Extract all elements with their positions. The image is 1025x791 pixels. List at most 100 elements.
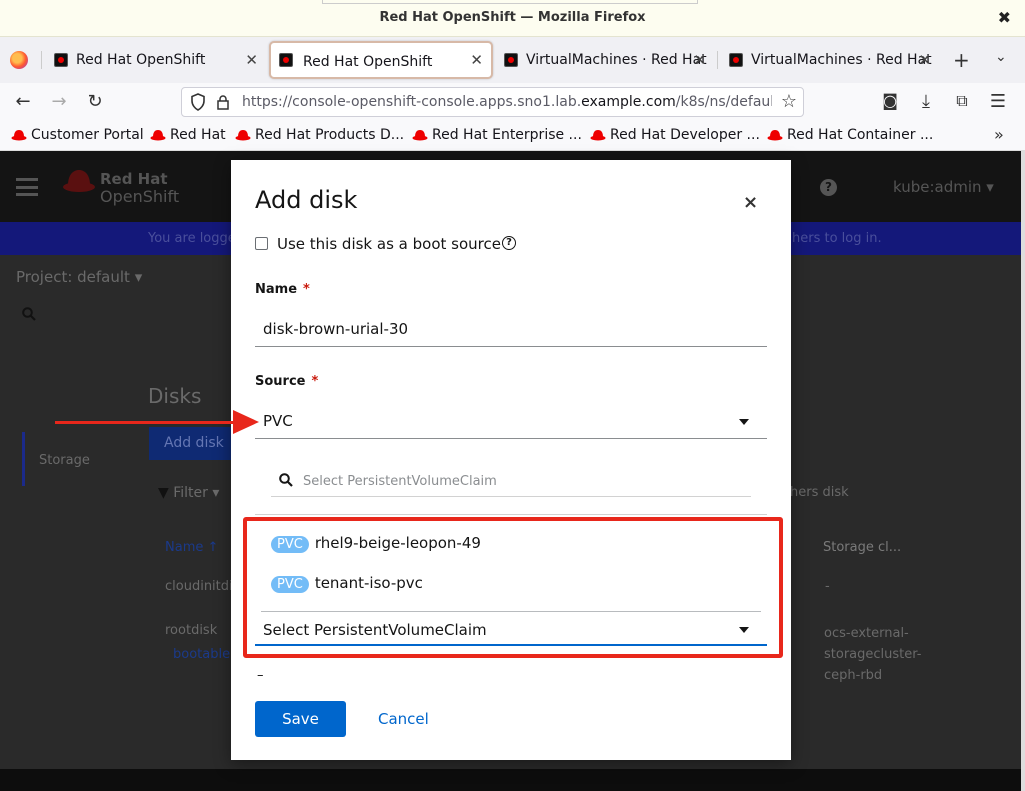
- boot-source-checkbox[interactable]: [255, 237, 268, 250]
- bookmark-star-icon[interactable]: ☆: [781, 91, 797, 112]
- search-icon[interactable]: [22, 307, 36, 325]
- openshift-favicon-icon: [504, 53, 518, 67]
- tab-label: VirtualMachines · Red Hat: [751, 52, 932, 68]
- tab-virtualmachines-2[interactable]: VirtualMachines · Red Hat ✕: [719, 41, 939, 79]
- bookmark-label: Red Hat Enterprise ...: [432, 127, 582, 143]
- boot-source-label[interactable]: Use this disk as a boot source: [277, 235, 501, 253]
- pvc-search-placeholder: Select PersistentVolumeClaim: [303, 474, 497, 489]
- bookmark-red-hat-enterprise[interactable]: Red Hat Enterprise ...: [412, 127, 582, 143]
- annotation-arrow-head: [233, 410, 259, 434]
- red-hat-icon: [590, 130, 606, 141]
- tab-label: Red Hat OpenShift: [76, 52, 206, 68]
- bookmark-label: Red Hat Developer ...: [610, 127, 760, 143]
- logo-line-1: Red Hat: [100, 170, 168, 188]
- pvc-search-input[interactable]: Select PersistentVolumeClaim: [271, 467, 751, 497]
- bookmark-red-hat-products[interactable]: Red Hat Products D...: [235, 127, 404, 143]
- required-asterisk: *: [303, 282, 310, 297]
- project-selector[interactable]: Project: default ▾: [16, 268, 142, 286]
- storage-nav-indicator: [22, 432, 25, 486]
- reload-button[interactable]: ↻: [84, 91, 106, 112]
- bookmarks-overflow-button[interactable]: »: [994, 125, 1004, 144]
- add-disk-button[interactable]: Add disk: [149, 427, 231, 460]
- bookmark-label: Red Hat Container ...: [787, 127, 934, 143]
- tab-red-hat-openshift-2[interactable]: Red Hat OpenShift ✕: [269, 41, 493, 79]
- red-hat-icon: [412, 130, 428, 141]
- new-tab-button[interactable]: +: [953, 48, 970, 72]
- red-hat-icon: [150, 130, 166, 141]
- firefox-view-icon[interactable]: [10, 51, 28, 69]
- navigation-toolbar: ← → ↻ https://console-openshift-console.…: [0, 83, 1025, 121]
- bottom-strip: [0, 769, 1025, 791]
- extensions-icon[interactable]: ⧉: [951, 91, 973, 111]
- tab-close-icon[interactable]: ✕: [245, 41, 258, 79]
- nav-storage[interactable]: Storage: [39, 453, 90, 468]
- required-asterisk: *: [311, 374, 319, 389]
- window-titlebar: Red Hat OpenShift — Mozilla Firefox ✖: [0, 0, 1025, 37]
- openshift-logo: Red Hat OpenShift: [62, 168, 179, 206]
- filter-icon: ▼: [158, 485, 169, 501]
- user-menu[interactable]: kube:admin ▾: [893, 178, 994, 196]
- chevron-down-icon: [739, 419, 749, 425]
- tab-red-hat-openshift-1[interactable]: Red Hat OpenShift ✕: [44, 41, 266, 79]
- downloads-icon[interactable]: ⤓: [915, 91, 937, 112]
- close-icon[interactable]: ×: [743, 192, 758, 213]
- list-all-tabs-button[interactable]: ⌄: [995, 49, 1007, 65]
- red-hat-icon: [767, 130, 783, 141]
- search-icon: [279, 473, 293, 487]
- tab-virtualmachines-1[interactable]: VirtualMachines · Red Hat ✕: [494, 41, 714, 79]
- table-row-storage-class: -: [825, 579, 830, 594]
- window-close-button[interactable]: ✖: [998, 8, 1011, 27]
- url-prefix: https://console-openshift-console.apps.s…: [242, 94, 582, 110]
- bookmark-label: Red Hat Products D...: [255, 127, 405, 143]
- forward-button[interactable]: →: [48, 91, 70, 112]
- tab-strip: Red Hat OpenShift ✕ Red Hat OpenShift ✕ …: [0, 37, 1025, 83]
- pocket-icon[interactable]: ◙: [879, 91, 901, 110]
- column-header-name[interactable]: Name ↑: [165, 540, 218, 555]
- name-label: Name *: [255, 282, 310, 297]
- bookmark-customer-portal[interactable]: Customer Portal: [11, 127, 144, 143]
- url-bar[interactable]: https://console-openshift-console.apps.s…: [181, 87, 804, 117]
- filter-dropdown[interactable]: ▼ Filter ▾: [158, 485, 219, 501]
- source-select[interactable]: PVC: [255, 403, 767, 439]
- bookmarks-toolbar: Customer Portal Red Hat Red Hat Products…: [0, 121, 1025, 151]
- page-heading: Disks: [148, 384, 202, 408]
- name-input[interactable]: disk-brown-urial-30: [255, 311, 767, 347]
- name-label-text: Name: [255, 282, 298, 297]
- table-row-storage-class: ocs-external-storagecluster-ceph-rbd: [824, 626, 922, 683]
- tab-close-icon[interactable]: ✕: [470, 43, 483, 77]
- tab-separator: [717, 51, 718, 69]
- pvc-size-placeholder: –: [257, 668, 264, 683]
- app-menu-icon[interactable]: ☰: [987, 91, 1009, 112]
- bookmark-red-hat[interactable]: Red Hat: [150, 127, 226, 143]
- url-suffix: /k8s/ns/default: [675, 94, 772, 110]
- add-disk-modal: Add disk × Use this disk as a boot sourc…: [231, 160, 791, 760]
- bookmark-label: Customer Portal: [31, 127, 144, 143]
- logo-line-2: OpenShift: [100, 187, 180, 206]
- others-disk-text: hers disk: [790, 485, 849, 500]
- back-button[interactable]: ←: [12, 91, 34, 112]
- help-icon[interactable]: ?: [502, 236, 516, 250]
- source-label: Source *: [255, 374, 318, 389]
- tab-label: Red Hat OpenShift: [303, 54, 433, 70]
- help-icon[interactable]: ?: [820, 179, 837, 196]
- source-label-text: Source: [255, 374, 306, 389]
- tab-close-icon[interactable]: ✕: [693, 41, 706, 79]
- openshift-favicon-icon: [54, 53, 68, 67]
- source-select-value: PVC: [263, 412, 293, 430]
- tab-close-icon[interactable]: ✕: [918, 41, 931, 79]
- url-domain: example.com: [581, 94, 676, 110]
- cancel-button[interactable]: Cancel: [378, 701, 429, 737]
- red-hat-icon: [235, 130, 251, 141]
- tracking-protection-shield-icon[interactable]: [190, 93, 206, 111]
- lock-icon[interactable]: [216, 95, 230, 110]
- page-scrollbar[interactable]: [1021, 151, 1025, 791]
- bookmark-red-hat-container[interactable]: Red Hat Container ...: [767, 127, 933, 143]
- openshift-favicon-icon: [729, 53, 743, 67]
- hamburger-menu-icon[interactable]: [16, 178, 38, 196]
- bookmark-red-hat-developer[interactable]: Red Hat Developer ...: [590, 127, 760, 143]
- url-text[interactable]: https://console-openshift-console.apps.s…: [242, 94, 772, 110]
- bootable-badge: bootable: [173, 647, 231, 662]
- column-header-storage-class[interactable]: Storage cl...: [823, 540, 901, 555]
- save-button[interactable]: Save: [255, 701, 346, 737]
- tab-separator: [41, 51, 42, 69]
